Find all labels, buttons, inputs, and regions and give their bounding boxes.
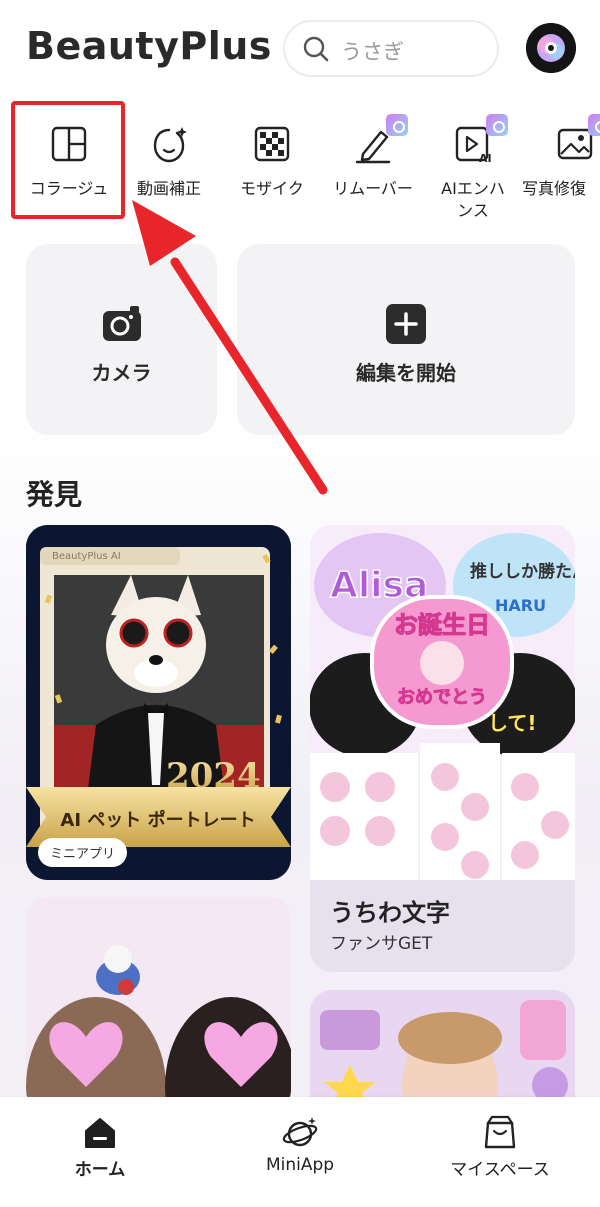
bottom-nav: ホーム MiniApp マイスペース	[0, 1097, 600, 1207]
ai-pet-portrait-card[interactable]: 2024 AI ペット ポートレート BeautyPlus AI	[26, 525, 291, 880]
uchiwa-image: Alisa 推ししか勝たん HARU して! お誕生日 おめでとう	[310, 525, 575, 880]
sticker-text-haru: HARU	[495, 596, 546, 615]
app-title: BeautyPlus	[26, 24, 272, 68]
pet-brand-text: BeautyPlus AI	[52, 551, 121, 562]
tool-label: リムーバー	[333, 179, 413, 198]
search-input[interactable]: うさぎ	[283, 20, 499, 77]
heart-face-image	[26, 897, 291, 1112]
nav-home-label: ホーム	[74, 1160, 126, 1180]
edit-start-button[interactable]: 編集を開始	[237, 244, 575, 435]
nav-miniapp-label: MiniApp	[265, 1155, 335, 1175]
tool-face-retouch[interactable]: 動画補正	[114, 112, 224, 222]
tool-label: 写真修復	[522, 179, 587, 198]
nav-miniapp[interactable]: MiniApp	[200, 1097, 400, 1207]
tool-mosaic[interactable]: モザイク	[217, 112, 327, 222]
camera-icon	[102, 306, 141, 341]
search-placeholder: うさぎ	[341, 40, 404, 64]
camera-label: カメラ	[91, 361, 152, 385]
mosaic-icon	[254, 126, 290, 162]
home-icon	[85, 1118, 115, 1148]
uchiwa-subtitle: ファンサGET	[330, 934, 433, 954]
tool-ai-enhance[interactable]: AI AIエンハンス	[418, 112, 528, 222]
pet-banner-text: AI ペット ポートレート	[60, 809, 255, 831]
tool-label: AIエンハンス	[441, 179, 505, 220]
tool-photo-restore[interactable]: 写真修復	[520, 112, 600, 222]
nav-home[interactable]: ホーム	[0, 1097, 200, 1207]
profile-avatar-icon	[526, 23, 576, 73]
heart-face-card[interactable]	[26, 897, 291, 1112]
search-icon	[303, 36, 329, 62]
sticker-text-shite: して!	[488, 711, 537, 735]
nav-myspace-label: マイスペース	[450, 1160, 550, 1180]
header: BeautyPlus うさぎ	[0, 0, 600, 100]
tool-label: 動画補正	[136, 179, 201, 198]
sticker-text-omedetou: おめでとう	[397, 687, 487, 708]
planet-icon	[282, 1117, 318, 1147]
svg-text:AI: AI	[479, 152, 492, 164]
discover-title: 発見	[26, 478, 83, 511]
bag-icon	[484, 1115, 516, 1149]
pet-portrait-image: 2024 AI ペット ポートレート BeautyPlus AI	[26, 525, 291, 880]
sticker-text-oshi: 推ししか勝たん	[470, 561, 575, 582]
nav-myspace[interactable]: マイスペース	[400, 1097, 600, 1207]
premium-badge-icon	[386, 114, 408, 136]
premium-badge-icon	[486, 114, 508, 136]
tool-remover[interactable]: リムーバー	[318, 112, 428, 222]
plus-icon	[386, 304, 426, 344]
sticker-text-birthday: お誕生日	[394, 611, 490, 639]
face-retouch-icon	[153, 127, 187, 163]
collage-highlight-box	[11, 101, 125, 219]
edit-start-label: 編集を開始	[356, 361, 456, 385]
camera-button[interactable]: カメラ	[26, 244, 217, 435]
tool-label: モザイク	[240, 179, 304, 198]
avatar[interactable]	[526, 23, 576, 73]
miniapp-tag: ミニアプリ	[38, 838, 128, 867]
premium-badge-icon	[588, 114, 600, 136]
uchiwa-title: うちわ文字	[330, 899, 450, 927]
